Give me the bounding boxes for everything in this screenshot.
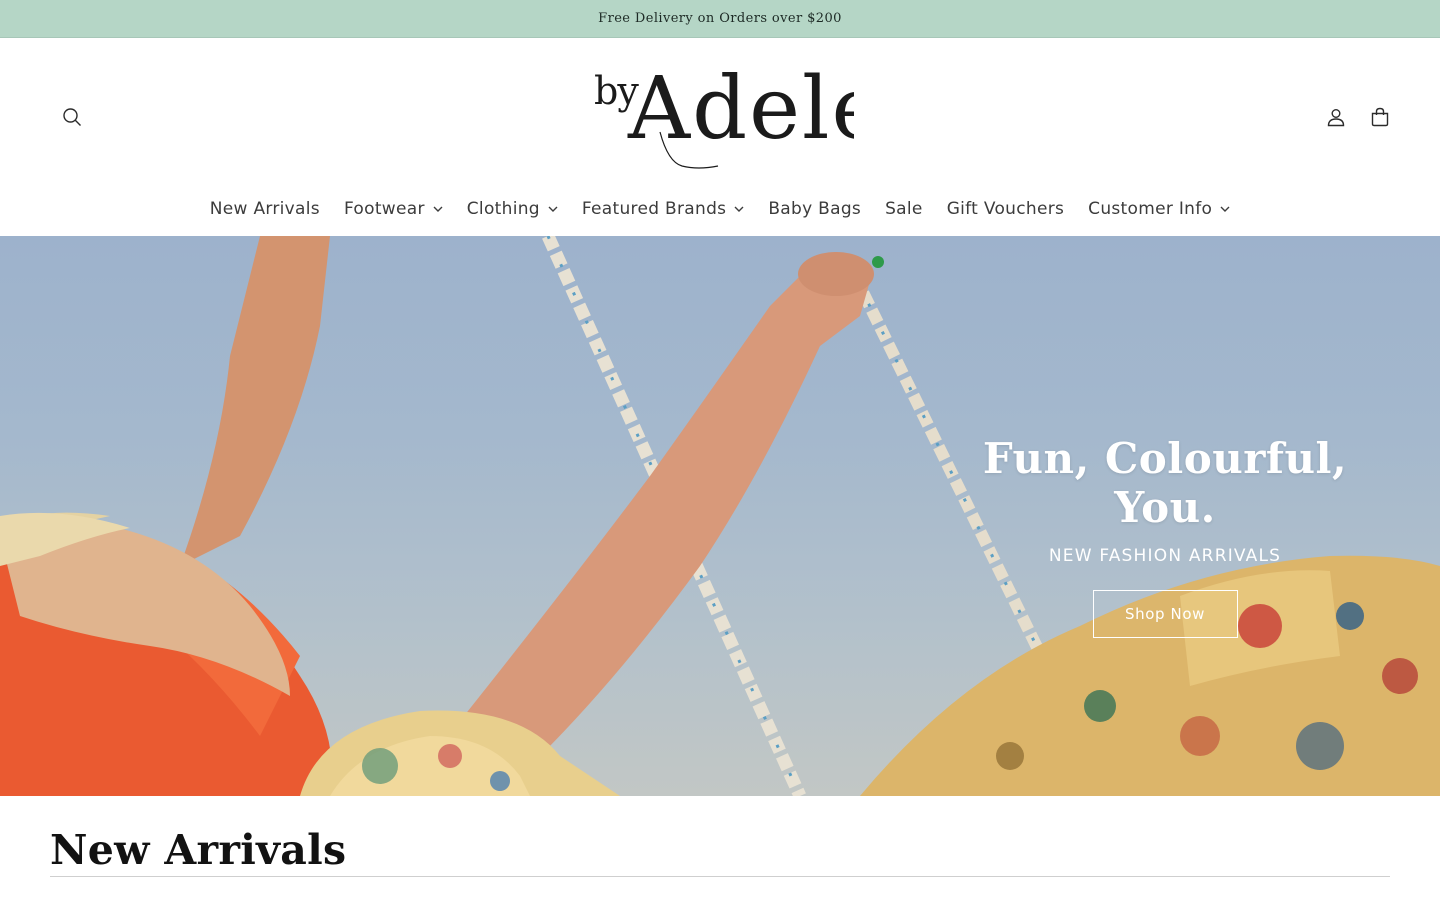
nav-item-label: Baby Bags	[768, 199, 862, 219]
section-title: New Arrivals	[50, 826, 347, 874]
nav-item-gift-vouchers[interactable]: Gift Vouchers	[935, 188, 1076, 230]
cart-icon	[1371, 107, 1389, 127]
section-divider	[50, 876, 1390, 877]
hero-title: Fun, Colourful, You.	[982, 434, 1348, 532]
nav-item-featured-brands[interactable]: Featured Brands	[570, 188, 756, 230]
nav-item-label: Featured Brands	[581, 199, 727, 219]
nav-item-label: Gift Vouchers	[946, 199, 1065, 219]
nav-item-clothing[interactable]: Clothing	[455, 188, 570, 230]
site-logo[interactable]: by Adele	[590, 59, 882, 172]
chevron-down-icon	[548, 206, 558, 213]
chevron-down-icon	[433, 206, 443, 213]
account-button[interactable]	[1316, 97, 1356, 137]
logo-mark: by Adele	[594, 59, 882, 169]
nav-item-label: Clothing	[466, 199, 540, 219]
nav-item-customer-info[interactable]: Customer Info	[1076, 188, 1242, 230]
nav-item-label: Sale	[885, 199, 923, 219]
main-nav: New Arrivals Footwear Clothing Featured …	[0, 188, 1440, 230]
nav-item-label: Customer Info	[1088, 199, 1213, 219]
hero-content: Fun, Colourful, You. NEW FASHION ARRIVAL…	[960, 434, 1370, 638]
nav-item-footwear[interactable]: Footwear	[332, 188, 455, 230]
shop-now-button[interactable]: Shop Now	[1092, 590, 1238, 638]
nav-item-sale[interactable]: Sale	[873, 188, 935, 230]
nav-item-baby-bags[interactable]: Baby Bags	[756, 188, 873, 230]
nav-item-new-arrivals[interactable]: New Arrivals	[198, 188, 332, 230]
hero-subtitle: NEW FASHION ARRIVALS	[1048, 546, 1282, 566]
nav-item-label: Footwear	[343, 199, 425, 219]
nav-item-label: New Arrivals	[209, 199, 320, 219]
announcement-bar: Free Delivery on Orders over $200	[0, 0, 1440, 38]
svg-text:Adele: Adele	[627, 62, 854, 159]
search-button[interactable]	[52, 97, 92, 137]
search-icon	[63, 108, 81, 126]
chevron-down-icon	[1220, 206, 1230, 213]
site-header: by Adele New Arrivals Footwear Clothing …	[0, 38, 1440, 236]
announcement-text: Free Delivery on Orders over $200	[598, 11, 842, 26]
cart-button[interactable]	[1360, 97, 1400, 137]
account-icon	[1327, 109, 1345, 127]
hero-banner: Fun, Colourful, You. NEW FASHION ARRIVAL…	[0, 236, 1440, 796]
chevron-down-icon	[734, 206, 744, 213]
